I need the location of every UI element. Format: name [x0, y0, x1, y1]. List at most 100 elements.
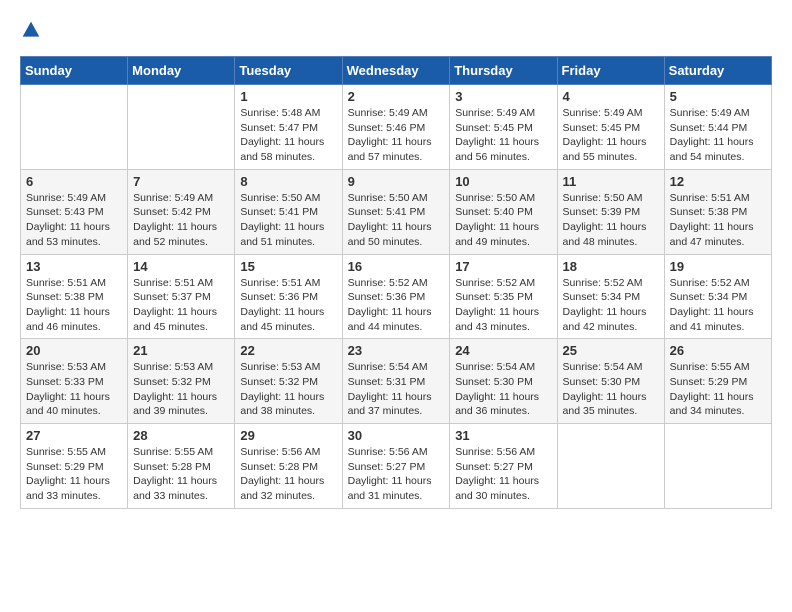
day-info: Sunrise: 5:54 AMSunset: 5:31 PMDaylight:…: [348, 360, 445, 419]
day-info: Sunrise: 5:52 AMSunset: 5:34 PMDaylight:…: [563, 276, 659, 335]
logo-icon: [21, 20, 41, 40]
day-info: Sunrise: 5:53 AMSunset: 5:33 PMDaylight:…: [26, 360, 122, 419]
day-info: Sunrise: 5:49 AMSunset: 5:42 PMDaylight:…: [133, 191, 229, 250]
calendar-header-row: SundayMondayTuesdayWednesdayThursdayFrid…: [21, 57, 772, 85]
day-number: 4: [563, 89, 659, 104]
day-info: Sunrise: 5:49 AMSunset: 5:43 PMDaylight:…: [26, 191, 122, 250]
day-info: Sunrise: 5:56 AMSunset: 5:28 PMDaylight:…: [240, 445, 336, 504]
page-header: [20, 20, 772, 40]
day-info: Sunrise: 5:55 AMSunset: 5:29 PMDaylight:…: [670, 360, 766, 419]
day-number: 21: [133, 343, 229, 358]
calendar-cell: 16 Sunrise: 5:52 AMSunset: 5:36 PMDayligh…: [342, 254, 450, 339]
day-info: Sunrise: 5:49 AMSunset: 5:46 PMDaylight:…: [348, 106, 445, 165]
calendar-cell: 9Sunrise: 5:50 AMSunset: 5:41 PMDaylight…: [342, 169, 450, 254]
day-number: 17: [455, 259, 551, 274]
day-info: Sunrise: 5:51 AMSunset: 5:38 PMDaylight:…: [26, 276, 122, 335]
day-info: Sunrise: 5:49 AMSunset: 5:45 PMDaylight:…: [563, 106, 659, 165]
day-info: Sunrise: 5:50 AMSunset: 5:39 PMDaylight:…: [563, 191, 659, 250]
calendar-cell: 31 Sunrise: 5:56 AMSunset: 5:27 PMDayligh…: [450, 424, 557, 509]
day-info: Sunrise: 5:50 AMSunset: 5:41 PMDaylight:…: [240, 191, 336, 250]
logo: [20, 20, 42, 40]
calendar-cell: 4 Sunrise: 5:49 AMSunset: 5:45 PMDaylight…: [557, 85, 664, 170]
day-number: 5: [670, 89, 766, 104]
day-number: 3: [455, 89, 551, 104]
day-number: 25: [563, 343, 659, 358]
day-number: 31: [455, 428, 551, 443]
day-info: Sunrise: 5:52 AMSunset: 5:35 PMDaylight:…: [455, 276, 551, 335]
calendar-cell: 6 Sunrise: 5:49 AMSunset: 5:43 PMDaylight…: [21, 169, 128, 254]
calendar-cell: 21 Sunrise: 5:53 AMSunset: 5:32 PMDayligh…: [128, 339, 235, 424]
calendar-cell: 25 Sunrise: 5:54 AMSunset: 5:30 PMDayligh…: [557, 339, 664, 424]
day-number: 7: [133, 174, 229, 189]
weekday-header: Thursday: [450, 57, 557, 85]
weekday-header: Saturday: [664, 57, 771, 85]
calendar-cell: 11 Sunrise: 5:50 AMSunset: 5:39 PMDayligh…: [557, 169, 664, 254]
day-info: Sunrise: 5:51 AMSunset: 5:38 PMDaylight:…: [670, 191, 766, 250]
day-info: Sunrise: 5:53 AMSunset: 5:32 PMDaylight:…: [240, 360, 336, 419]
weekday-header: Monday: [128, 57, 235, 85]
day-number: 1: [240, 89, 336, 104]
calendar-cell: 24 Sunrise: 5:54 AMSunset: 5:30 PMDayligh…: [450, 339, 557, 424]
day-info: Sunrise: 5:51 AMSunset: 5:37 PMDaylight:…: [133, 276, 229, 335]
calendar-week-row: 13 Sunrise: 5:51 AMSunset: 5:38 PMDayligh…: [21, 254, 772, 339]
day-info: Sunrise: 5:52 AMSunset: 5:36 PMDaylight:…: [348, 276, 445, 335]
calendar-cell: 27 Sunrise: 5:55 AMSunset: 5:29 PMDayligh…: [21, 424, 128, 509]
calendar-cell: 13 Sunrise: 5:51 AMSunset: 5:38 PMDayligh…: [21, 254, 128, 339]
day-number: 27: [26, 428, 122, 443]
weekday-header: Sunday: [21, 57, 128, 85]
day-info: Sunrise: 5:54 AMSunset: 5:30 PMDaylight:…: [455, 360, 551, 419]
day-number: 22: [240, 343, 336, 358]
calendar-cell: 8 Sunrise: 5:50 AMSunset: 5:41 PMDaylight…: [235, 169, 342, 254]
day-info: Sunrise: 5:53 AMSunset: 5:32 PMDaylight:…: [133, 360, 229, 419]
calendar-cell: 1Sunrise: 5:48 AMSunset: 5:47 PMDaylight…: [235, 85, 342, 170]
calendar-table: SundayMondayTuesdayWednesdayThursdayFrid…: [20, 56, 772, 509]
calendar-cell: [128, 85, 235, 170]
calendar-cell: [21, 85, 128, 170]
calendar-cell: 18 Sunrise: 5:52 AMSunset: 5:34 PMDayligh…: [557, 254, 664, 339]
day-number: 29: [240, 428, 336, 443]
calendar-cell: [557, 424, 664, 509]
day-number: 26: [670, 343, 766, 358]
calendar-cell: 2 Sunrise: 5:49 AMSunset: 5:46 PMDaylight…: [342, 85, 450, 170]
day-number: 18: [563, 259, 659, 274]
calendar-cell: 22 Sunrise: 5:53 AMSunset: 5:32 PMDayligh…: [235, 339, 342, 424]
day-info: Sunrise: 5:49 AMSunset: 5:45 PMDaylight:…: [455, 106, 551, 165]
day-number: 12: [670, 174, 766, 189]
day-info: Sunrise: 5:56 AMSunset: 5:27 PMDaylight:…: [455, 445, 551, 504]
calendar-week-row: 1Sunrise: 5:48 AMSunset: 5:47 PMDaylight…: [21, 85, 772, 170]
day-number: 2: [348, 89, 445, 104]
calendar-cell: 5Sunrise: 5:49 AMSunset: 5:44 PMDaylight…: [664, 85, 771, 170]
day-number: 15: [240, 259, 336, 274]
calendar-cell: 28 Sunrise: 5:55 AMSunset: 5:28 PMDayligh…: [128, 424, 235, 509]
calendar-cell: 30 Sunrise: 5:56 AMSunset: 5:27 PMDayligh…: [342, 424, 450, 509]
day-info: Sunrise: 5:51 AMSunset: 5:36 PMDaylight:…: [240, 276, 336, 335]
day-info: Sunrise: 5:52 AMSunset: 5:34 PMDaylight:…: [670, 276, 766, 335]
day-number: 16: [348, 259, 445, 274]
day-number: 24: [455, 343, 551, 358]
day-number: 30: [348, 428, 445, 443]
day-number: 10: [455, 174, 551, 189]
day-info: Sunrise: 5:56 AMSunset: 5:27 PMDaylight:…: [348, 445, 445, 504]
weekday-header: Wednesday: [342, 57, 450, 85]
calendar-week-row: 27 Sunrise: 5:55 AMSunset: 5:29 PMDayligh…: [21, 424, 772, 509]
calendar-cell: [664, 424, 771, 509]
calendar-cell: 10Sunrise: 5:50 AMSunset: 5:40 PMDayligh…: [450, 169, 557, 254]
day-info: Sunrise: 5:55 AMSunset: 5:29 PMDaylight:…: [26, 445, 122, 504]
calendar-cell: 23 Sunrise: 5:54 AMSunset: 5:31 PMDayligh…: [342, 339, 450, 424]
day-number: 19: [670, 259, 766, 274]
calendar-cell: 3 Sunrise: 5:49 AMSunset: 5:45 PMDaylight…: [450, 85, 557, 170]
day-info: Sunrise: 5:55 AMSunset: 5:28 PMDaylight:…: [133, 445, 229, 504]
day-number: 6: [26, 174, 122, 189]
day-number: 8: [240, 174, 336, 189]
day-number: 20: [26, 343, 122, 358]
calendar-cell: 15 Sunrise: 5:51 AMSunset: 5:36 PMDayligh…: [235, 254, 342, 339]
day-number: 11: [563, 174, 659, 189]
calendar-cell: 29 Sunrise: 5:56 AMSunset: 5:28 PMDayligh…: [235, 424, 342, 509]
calendar-cell: 7 Sunrise: 5:49 AMSunset: 5:42 PMDaylight…: [128, 169, 235, 254]
weekday-header: Friday: [557, 57, 664, 85]
day-number: 28: [133, 428, 229, 443]
day-info: Sunrise: 5:54 AMSunset: 5:30 PMDaylight:…: [563, 360, 659, 419]
day-number: 13: [26, 259, 122, 274]
calendar-cell: 19 Sunrise: 5:52 AMSunset: 5:34 PMDayligh…: [664, 254, 771, 339]
day-number: 23: [348, 343, 445, 358]
